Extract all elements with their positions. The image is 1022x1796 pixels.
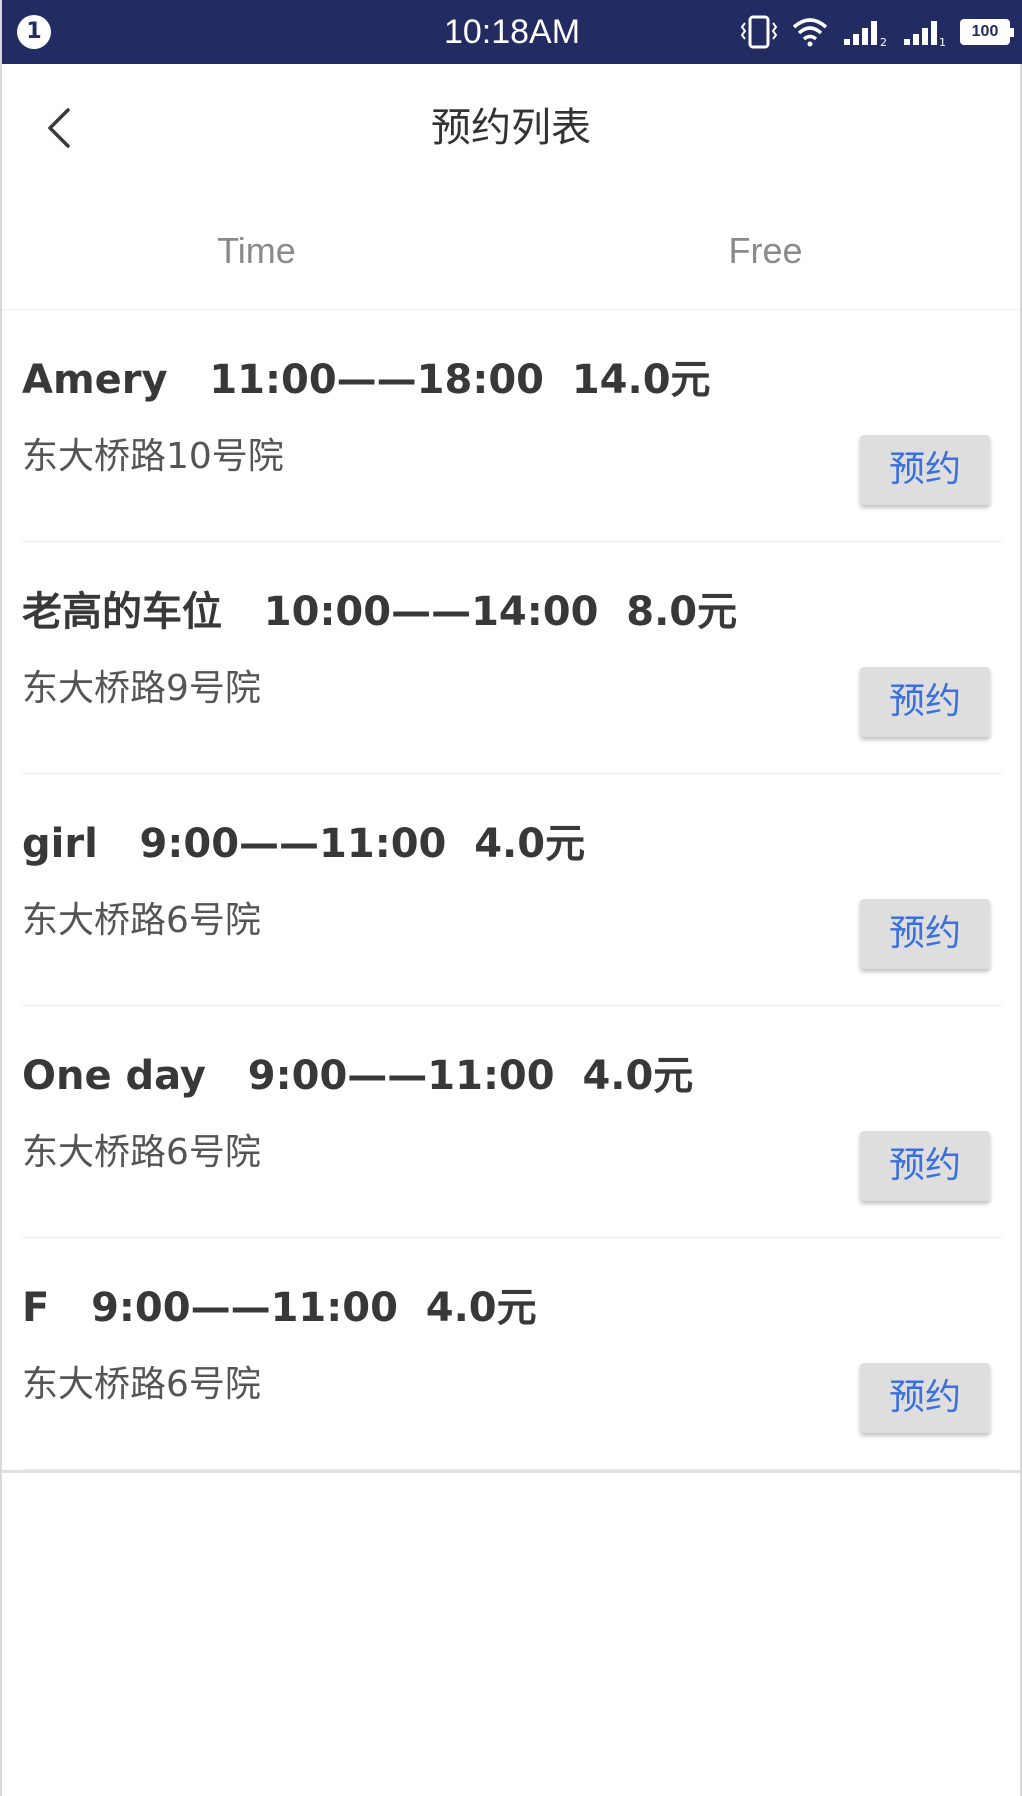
- list-item: 老高的车位 10:00——14:00 8.0元 东大桥路9号院 预约: [2, 542, 1020, 774]
- book-button[interactable]: 预约: [860, 899, 990, 969]
- svg-text:1: 1: [939, 36, 946, 47]
- list-item: girl 9:00——11:00 4.0元 东大桥路6号院 预约: [2, 774, 1020, 1006]
- status-time: 10:18AM: [443, 13, 581, 51]
- item-title: Amery 11:00——18:00 14.0元: [22, 357, 711, 403]
- tab-label: Free: [728, 229, 803, 271]
- item-title: One day 9:00——11:00 4.0元: [22, 1053, 694, 1099]
- item-address: 东大桥路6号院: [22, 1132, 261, 1173]
- item-title: girl 9:00——11:00 4.0元: [22, 821, 586, 867]
- tab-label: Time: [217, 229, 296, 271]
- book-button[interactable]: 预约: [860, 1131, 990, 1201]
- book-button[interactable]: 预约: [860, 1363, 990, 1433]
- tab-free[interactable]: Free: [511, 192, 1020, 309]
- tab-time[interactable]: Time: [2, 192, 511, 309]
- notification-badge: 1: [17, 15, 51, 49]
- tab-bar: Time Free: [2, 192, 1020, 310]
- page-title: 预约列表: [431, 105, 591, 151]
- list-item: One day 9:00——11:00 4.0元 东大桥路6号院 预约: [2, 1006, 1020, 1238]
- battery-icon: 100: [960, 19, 1014, 45]
- wifi-icon: [792, 18, 828, 47]
- app-screen: 1 10:18AM 2 1 100 预约列表 Time Free Amery 1…: [0, 0, 1022, 1796]
- title-bar: 预约列表: [2, 64, 1020, 192]
- item-title: F 9:00——11:00 4.0元: [22, 1285, 537, 1331]
- item-address: 东大桥路9号院: [22, 668, 261, 709]
- book-button[interactable]: 预约: [860, 435, 990, 505]
- status-icons: 2 1 100: [740, 14, 1014, 50]
- item-title: 老高的车位 10:00——14:00 8.0元: [22, 589, 738, 635]
- status-bar: 1 10:18AM 2 1 100: [2, 0, 1022, 64]
- book-button[interactable]: 预约: [860, 667, 990, 737]
- vibrate-icon: [740, 15, 778, 49]
- signal-sim2-icon: 2: [844, 21, 887, 47]
- signal-sim1-icon: 1: [904, 21, 946, 47]
- item-address: 东大桥路10号院: [22, 436, 284, 477]
- item-address: 东大桥路6号院: [22, 900, 261, 941]
- list-item: Amery 11:00——18:00 14.0元 东大桥路10号院 预约: [2, 310, 1020, 542]
- reservation-list: Amery 11:00——18:00 14.0元 东大桥路10号院 预约 老高的…: [2, 310, 1020, 1473]
- list-item: F 9:00——11:00 4.0元 东大桥路6号院 预约: [2, 1238, 1020, 1470]
- svg-text:2: 2: [880, 36, 887, 47]
- item-address: 东大桥路6号院: [22, 1364, 261, 1405]
